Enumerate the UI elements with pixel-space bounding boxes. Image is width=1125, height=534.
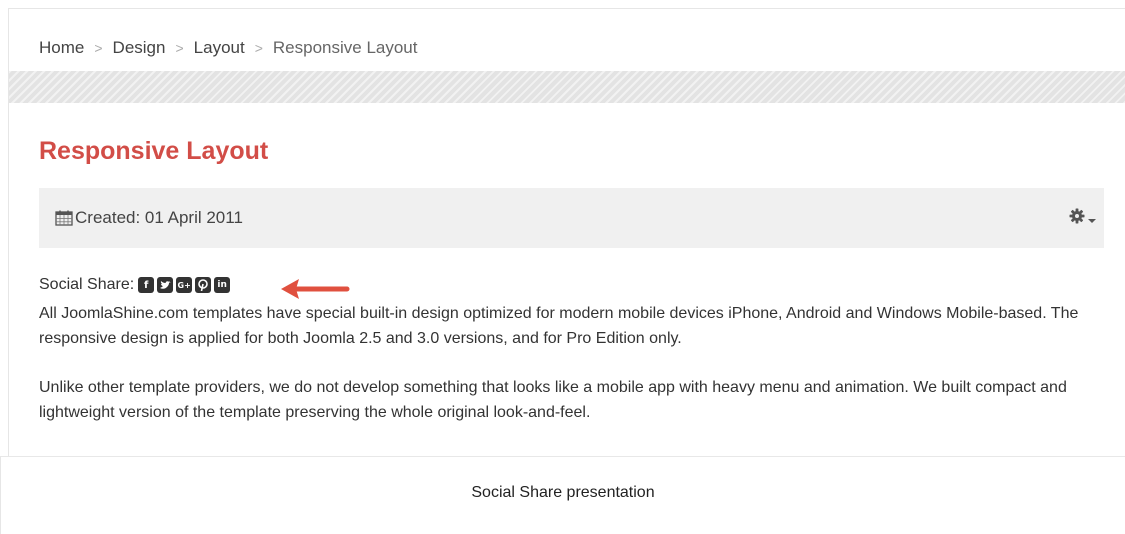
gear-icon [1069, 208, 1085, 229]
breadcrumb-design[interactable]: Design [113, 38, 166, 58]
page-title: Responsive Layout [39, 137, 269, 165]
body-paragraph: Unlike other template providers, we do n… [39, 379, 1067, 421]
figure-caption: Social Share presentation [0, 456, 1125, 534]
intro-paragraph: All JoomlaShine.com templates have speci… [39, 305, 1079, 347]
breadcrumb-layout[interactable]: Layout [194, 38, 245, 58]
twitter-icon[interactable] [157, 277, 174, 293]
breadcrumb-home[interactable]: Home [39, 38, 84, 58]
breadcrumb-current: Responsive Layout [272, 38, 418, 57]
pinterest-icon[interactable] [195, 277, 212, 293]
chevron-down-icon [1088, 209, 1096, 229]
social-share-label: Social Share: [39, 276, 135, 293]
google-plus-icon[interactable]: G+ [176, 277, 193, 293]
linkedin-icon[interactable]: in [214, 277, 231, 293]
facebook-icon[interactable]: f [138, 277, 155, 293]
breadcrumb-separator: > [94, 40, 103, 56]
striped-divider [9, 71, 1125, 103]
breadcrumb-separator: > [175, 40, 184, 56]
article-tools-dropdown[interactable] [1069, 208, 1096, 229]
social-icons: f G+ in [138, 277, 233, 293]
article-frame: Home > Design > Layout > Responsive Layo… [8, 8, 1125, 456]
breadcrumb-separator: > [254, 40, 263, 56]
created-date: Created: 01 April 2011 [75, 208, 243, 227]
social-share: Social Share: f G+ in [39, 276, 233, 294]
calendar-icon [55, 210, 73, 226]
breadcrumb: Home > Design > Layout > Responsive Layo… [39, 33, 417, 63]
article-info-bar: Created: 01 April 2011 [39, 188, 1104, 248]
